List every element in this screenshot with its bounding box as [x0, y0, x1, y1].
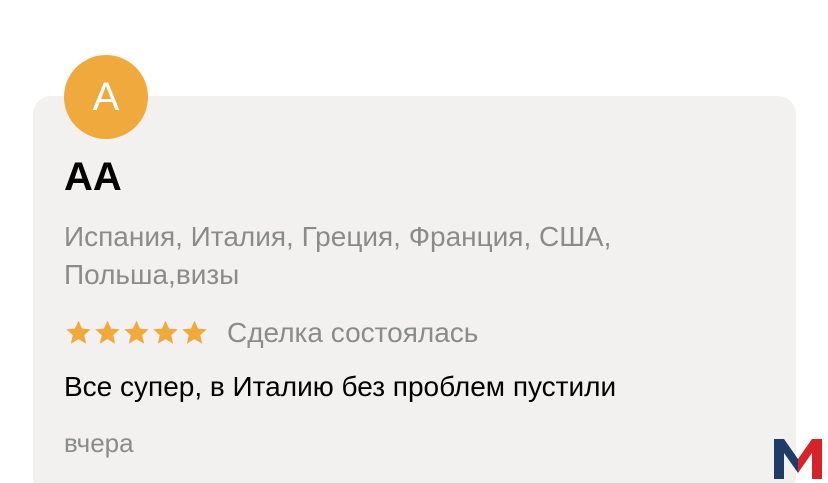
- deal-status: Сделка состоялась: [227, 317, 479, 348]
- reviewer-services: Испания, Италия, Греция, Франция, США, П…: [64, 221, 612, 290]
- star-icon: [124, 320, 149, 344]
- star-icon: [153, 320, 178, 344]
- star-icon: [95, 320, 120, 344]
- star-rating: [64, 319, 209, 347]
- star-icon: [66, 320, 91, 344]
- reviewer-name: АА: [64, 155, 122, 199]
- review-text: Все супер, в Италию без проблем пустили: [64, 371, 617, 402]
- brand-logo-icon: [774, 439, 822, 479]
- star-icon: [182, 320, 207, 344]
- rating-row: Сделка состоялась: [64, 314, 478, 352]
- review-date: вчера: [64, 428, 134, 458]
- review-page: А АА Испания, Италия, Греция, Франция, С…: [0, 0, 828, 483]
- avatar: А: [64, 55, 148, 139]
